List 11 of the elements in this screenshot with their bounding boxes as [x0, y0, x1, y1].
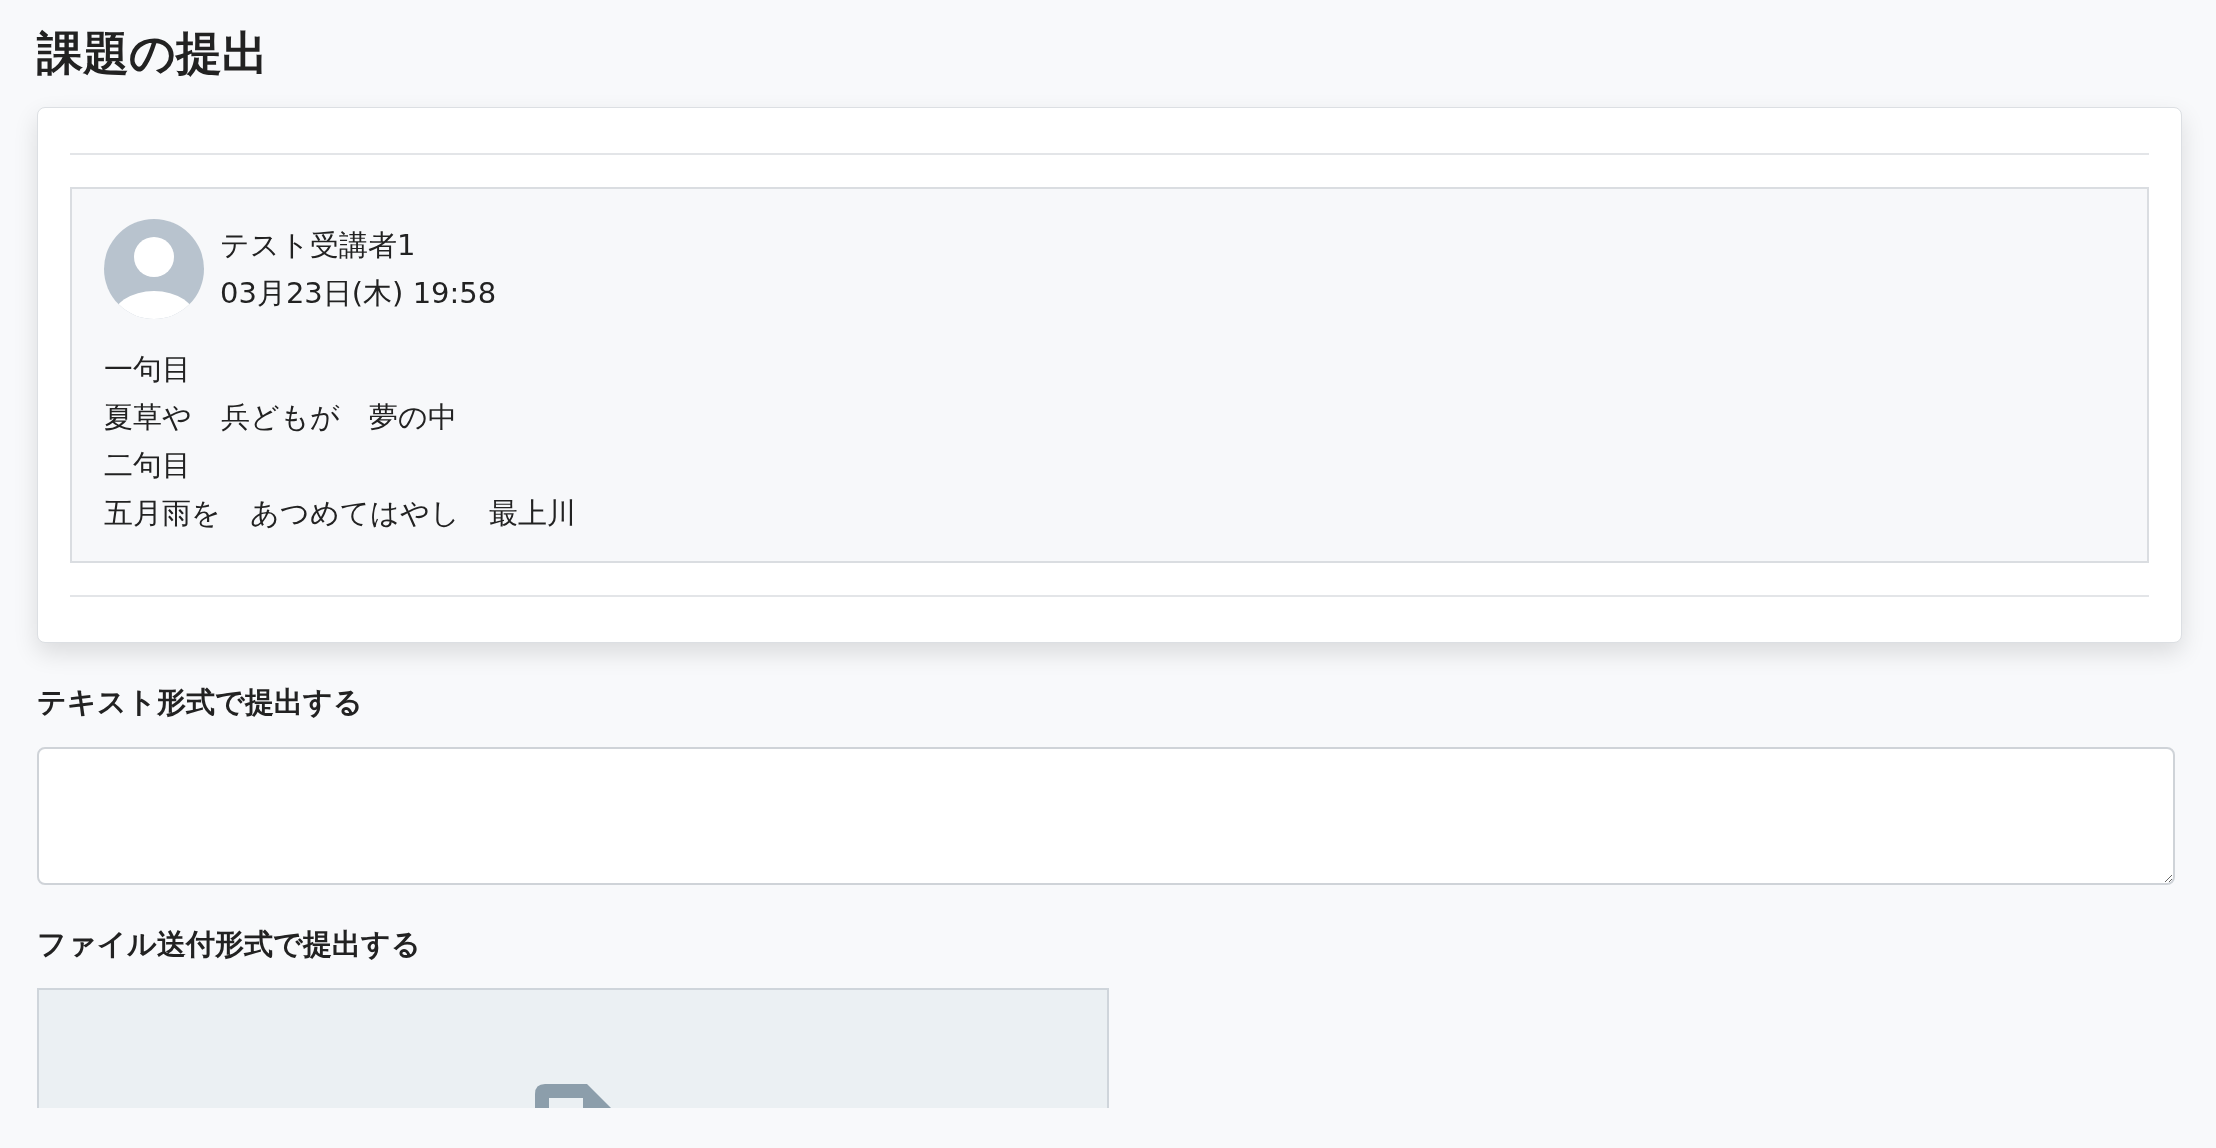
submission-date: 03月23日(木) 19:58 [220, 275, 497, 313]
file-drop-zone[interactable] [37, 988, 1109, 1109]
answer-line: 二句目 [104, 447, 192, 485]
answer-line: 夏草や 兵どもが 夢の中 [104, 399, 458, 437]
page-title: 課題の提出 [37, 26, 269, 82]
answer-line: 五月雨を あつめてはやし 最上川 [104, 495, 577, 533]
author-name: テスト受講者1 [220, 227, 417, 265]
field-label: ファイル送付形式で提出する [37, 925, 422, 963]
text-input-field[interactable] [37, 746, 2175, 885]
answer-line: 一句目 [104, 351, 192, 389]
field-label: テキスト形式で提出する [37, 684, 364, 722]
